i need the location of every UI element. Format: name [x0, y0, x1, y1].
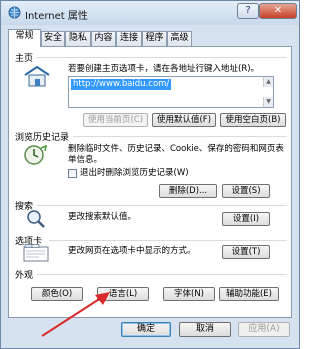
tabs-window-icon: [23, 244, 49, 262]
cancel-button[interactable]: 取消: [179, 322, 231, 337]
scroll-down-icon[interactable]: ▼: [263, 97, 273, 107]
search-settings-button[interactable]: 设置(I): [222, 212, 270, 226]
close-button[interactable]: ✕: [259, 3, 297, 19]
ok-button[interactable]: 确定: [121, 322, 171, 337]
tab-privacy[interactable]: 隐私: [65, 31, 91, 46]
history-description-line2: 单信息。: [68, 155, 103, 165]
scroll-up-icon[interactable]: ▲: [263, 77, 273, 87]
house-icon: [24, 65, 50, 87]
tab-programs[interactable]: 程序: [142, 31, 167, 46]
languages-button[interactable]: 语言(L): [97, 287, 149, 301]
internet-globe-icon: [8, 6, 21, 19]
divider: [37, 57, 287, 58]
tab-security[interactable]: 安全: [41, 31, 65, 46]
search-description: 更改搜索默认值。: [68, 212, 137, 222]
divider: [49, 240, 287, 241]
delete-history-button[interactable]: 删除(D)...: [159, 184, 217, 198]
tabs-description: 更改网页在选项卡中显示的方式。: [68, 246, 196, 256]
accessibility-button[interactable]: 辅助功能(E): [219, 287, 279, 301]
apply-button[interactable]: 应用(A): [238, 322, 290, 337]
internet-properties-dialog: Internet 属性 ? ✕ 常规 安全 隐私 内容 连接 程序 高级 主页 …: [0, 0, 300, 349]
use-blank-page-button[interactable]: 使用空白页(B): [220, 113, 286, 127]
delete-history-on-exit-label[interactable]: 退出时删除浏览历史记录(W): [80, 168, 189, 179]
tab-advanced[interactable]: 高级: [167, 31, 192, 46]
appearance-section-title: 外观: [15, 271, 34, 281]
history-description-line1: 删除临时文件、历史记录、Cookie、保存的密码和网页表: [68, 144, 284, 154]
history-settings-button[interactable]: 设置(S): [222, 184, 270, 198]
homepage-url-value: http://www.baidu.com/: [71, 79, 172, 90]
homepage-url-field[interactable]: http://www.baidu.com/ ▲ ▼: [68, 76, 274, 108]
general-tab-panel: 主页 若要创建主页选项卡，请在各地址行键入地址(R)。 http://www.b…: [8, 46, 292, 318]
divider: [73, 136, 287, 137]
tab-general[interactable]: 常规: [8, 29, 41, 47]
title-bar[interactable]: Internet 属性 ? ✕: [1, 1, 299, 25]
tab-connections[interactable]: 连接: [116, 31, 142, 46]
window-title: Internet 属性: [25, 11, 88, 22]
history-clock-icon: [24, 144, 48, 165]
fonts-button[interactable]: 字体(N): [163, 287, 215, 301]
divider: [37, 274, 287, 275]
colors-button[interactable]: 颜色(O): [31, 287, 83, 301]
use-default-button[interactable]: 使用默认值(F): [152, 113, 216, 127]
tab-content[interactable]: 内容: [91, 31, 116, 46]
delete-history-on-exit-checkbox[interactable]: [68, 169, 77, 178]
history-section-title: 浏览历史记录: [15, 133, 70, 143]
homepage-section-title: 主页: [15, 54, 34, 64]
divider: [37, 205, 287, 206]
magnifier-icon: [27, 210, 45, 228]
tabs-settings-button[interactable]: 设置(T): [222, 245, 270, 259]
help-button[interactable]: ?: [237, 3, 259, 19]
use-current-page-button[interactable]: 使用当前页(C): [83, 113, 148, 127]
homepage-description: 若要创建主页选项卡，请在各地址行键入地址(R)。: [68, 64, 260, 74]
